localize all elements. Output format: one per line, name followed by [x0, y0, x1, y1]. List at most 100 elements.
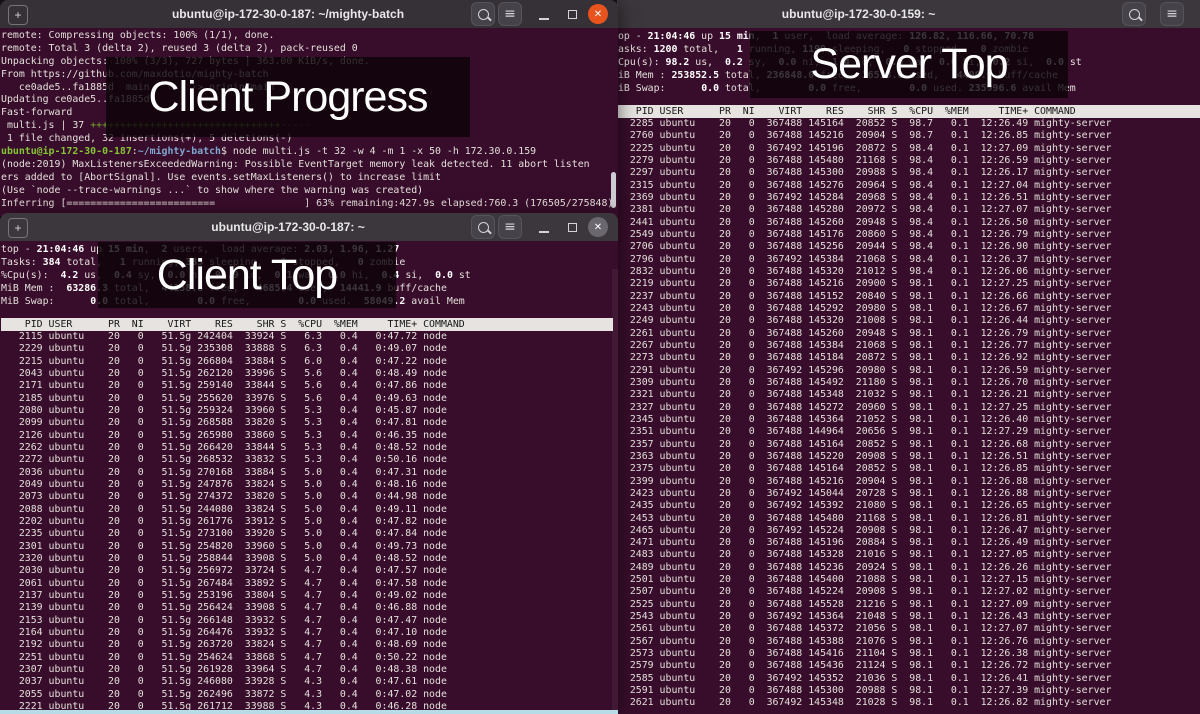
- process-row: 2115 ubuntu 20 0 51.5g 242404 33924 S 6.…: [1, 331, 618, 343]
- close-button[interactable]: ✕: [588, 4, 608, 24]
- process-row: 2525 ubuntu 20 0 367488 145528 21216 S 9…: [617, 599, 1200, 611]
- close-icon: ✕: [594, 222, 602, 233]
- process-row: 2327 ubuntu 20 0 367488 145272 20960 S 9…: [617, 402, 1200, 414]
- process-row: 2453 ubuntu 20 0 367488 145480 21168 S 9…: [617, 513, 1200, 525]
- process-row: 2489 ubuntu 20 0 367488 145236 20924 S 9…: [617, 562, 1200, 574]
- process-row: 2030 ubuntu 20 0 51.5g 256972 33724 S 4.…: [1, 565, 618, 577]
- process-row: 2561 ubuntu 20 0 367488 145372 21056 S 9…: [617, 623, 1200, 635]
- process-row: 2164 ubuntu 20 0 51.5g 264476 33932 S 4.…: [1, 627, 618, 639]
- terminal-line: (node:2019) MaxListenersExceededWarning:…: [1, 159, 618, 172]
- process-row: 2272 ubuntu 20 0 51.5g 268532 33832 S 5.…: [1, 454, 618, 466]
- maximize-icon: [568, 223, 577, 232]
- process-row: 2235 ubuntu 20 0 51.5g 273100 33920 S 5.…: [1, 528, 618, 540]
- process-row: 2251 ubuntu 20 0 51.5g 254624 33868 S 4.…: [1, 652, 618, 664]
- process-row: 2549 ubuntu 20 0 367488 145176 20860 S 9…: [617, 229, 1200, 241]
- process-row: 2375 ubuntu 20 0 367488 145164 20852 S 9…: [617, 463, 1200, 475]
- process-row: 2706 ubuntu 20 0 367488 145256 20944 S 9…: [617, 241, 1200, 253]
- window-title: ubuntu@ip-172-30-0-159: ~: [617, 7, 1100, 21]
- process-row: 2273 ubuntu 20 0 367488 145184 20872 S 9…: [617, 352, 1200, 364]
- process-row: 2309 ubuntu 20 0 367488 145492 21180 S 9…: [617, 377, 1200, 389]
- process-row: 2465 ubuntu 20 0 367492 145224 20908 S 9…: [617, 525, 1200, 537]
- annotation-client-progress: Client Progress: [106, 57, 470, 137]
- process-table-rows: 2115 ubuntu 20 0 51.5g 242404 33924 S 6.…: [1, 331, 618, 710]
- menu-button[interactable]: ≡: [498, 215, 522, 239]
- terminal-content-client-top[interactable]: top - 21:04:46 up 15 min, 2 users, load …: [0, 241, 618, 710]
- maximize-button[interactable]: [560, 2, 584, 26]
- hamburger-menu-icon: ≡: [1166, 7, 1178, 21]
- process-row: 2291 ubuntu 20 0 367492 145296 20980 S 9…: [617, 365, 1200, 377]
- process-row: 2237 ubuntu 20 0 367488 145152 20840 S 9…: [617, 291, 1200, 303]
- process-row: 2043 ubuntu 20 0 51.5g 262120 33996 S 5.…: [1, 368, 618, 380]
- process-row: 2192 ubuntu 20 0 51.5g 263720 33824 S 4.…: [1, 639, 618, 651]
- minimize-icon: [539, 231, 549, 233]
- process-row: 2139 ubuntu 20 0 51.5g 256424 33908 S 4.…: [1, 602, 618, 614]
- process-row: 2320 ubuntu 20 0 51.5g 258844 33908 S 5.…: [1, 553, 618, 565]
- search-button[interactable]: [1122, 2, 1146, 26]
- terminal-line: ers added to [AbortSignal]. Use events.s…: [1, 172, 618, 185]
- process-row: 2621 ubuntu 20 0 367492 145348 21028 S 9…: [617, 697, 1200, 709]
- close-button[interactable]: ✕: [588, 217, 608, 237]
- titlebar-client-progress[interactable]: + ubuntu@ip-172-30-0-187: ~/mighty-batch…: [0, 0, 618, 28]
- hamburger-menu-icon: ≡: [504, 7, 516, 21]
- process-row: 2573 ubuntu 20 0 367488 145416 21104 S 9…: [617, 648, 1200, 660]
- process-row: 2357 ubuntu 20 0 367488 145164 20852 S 9…: [617, 439, 1200, 451]
- titlebar-client-top[interactable]: + ubuntu@ip-172-30-0-187: ~ ≡ ✕: [0, 213, 618, 241]
- process-row: 2073 ubuntu 20 0 51.5g 274372 33820 S 5.…: [1, 491, 618, 503]
- terminal-line: ubuntu@ip-172-30-0-187:~/mighty-batch$ n…: [1, 146, 618, 159]
- process-row: 2483 ubuntu 20 0 367488 145328 21016 S 9…: [617, 549, 1200, 561]
- annotation-label: Client Top: [157, 251, 337, 300]
- process-row: 2080 ubuntu 20 0 51.5g 259324 33960 S 5.…: [1, 405, 618, 417]
- process-row: 2049 ubuntu 20 0 51.5g 247876 33824 S 5.…: [1, 479, 618, 491]
- process-row: 2585 ubuntu 20 0 367492 145352 21036 S 9…: [617, 673, 1200, 685]
- menu-button[interactable]: ≡: [498, 2, 522, 26]
- terminal-window-server-top: ubuntu@ip-172-30-0-159: ~ ≡ top - 21:04:…: [617, 0, 1200, 714]
- hamburger-menu-icon: ≡: [504, 220, 516, 234]
- search-icon: [478, 9, 489, 20]
- maximize-icon: [568, 10, 577, 19]
- process-row: 2579 ubuntu 20 0 367488 145436 21124 S 9…: [617, 660, 1200, 672]
- terminal-content-server-top[interactable]: top - 21:04:46 up 15 min, 1 user, load a…: [617, 28, 1200, 714]
- maximize-button[interactable]: [560, 215, 584, 239]
- process-row: 2591 ubuntu 20 0 367488 145300 20988 S 9…: [617, 685, 1200, 697]
- process-row: 2137 ubuntu 20 0 51.5g 253196 33804 S 4.…: [1, 590, 618, 602]
- process-row: 2171 ubuntu 20 0 51.5g 259140 33844 S 5.…: [1, 380, 618, 392]
- minimize-button[interactable]: [1194, 2, 1200, 26]
- process-row: 2501 ubuntu 20 0 367488 145400 21088 S 9…: [617, 574, 1200, 586]
- process-row: 2219 ubuntu 20 0 367488 145216 20900 S 9…: [617, 278, 1200, 290]
- process-table-header: PID USER PR NI VIRT RES SHR S %CPU %MEM …: [617, 105, 1200, 118]
- terminal-line: (Use `node --trace-warnings ...` to show…: [1, 185, 618, 198]
- search-button[interactable]: [471, 215, 495, 239]
- process-row: 2202 ubuntu 20 0 51.5g 261776 33912 S 5.…: [1, 516, 618, 528]
- process-row: 2279 ubuntu 20 0 367488 145480 21168 S 9…: [617, 155, 1200, 167]
- minimize-button[interactable]: [532, 215, 556, 239]
- process-row: 2381 ubuntu 20 0 367488 145280 20972 S 9…: [617, 204, 1200, 216]
- process-row: 2267 ubuntu 20 0 367488 145384 21068 S 9…: [617, 340, 1200, 352]
- process-row: 2262 ubuntu 20 0 51.5g 266420 33844 S 5.…: [1, 442, 618, 454]
- terminal-line: remote: Compressing objects: 100% (1/1),…: [1, 30, 618, 43]
- process-row: 2796 ubuntu 20 0 367492 145384 21068 S 9…: [617, 254, 1200, 266]
- process-row: 2307 ubuntu 20 0 51.5g 261928 33964 S 4.…: [1, 664, 618, 676]
- process-row: 2221 ubuntu 20 0 51.5g 261712 33988 S 4.…: [1, 701, 618, 710]
- process-row: 2229 ubuntu 20 0 51.5g 235308 33888 S 6.…: [1, 343, 618, 355]
- process-row: 2036 ubuntu 20 0 51.5g 270168 33884 S 5.…: [1, 467, 618, 479]
- search-icon: [1129, 9, 1140, 20]
- search-button[interactable]: [471, 2, 495, 26]
- terminal-line: Inferring [========================= ] 6…: [1, 198, 618, 211]
- process-row: 2567 ubuntu 20 0 367488 145388 21076 S 9…: [617, 636, 1200, 648]
- process-row: 2315 ubuntu 20 0 367488 145276 20964 S 9…: [617, 180, 1200, 192]
- desktop: ubuntu@ip-172-30-0-159: ~ ≡ top - 21:04:…: [0, 0, 1200, 714]
- minimize-button[interactable]: [532, 2, 556, 26]
- process-row: 2369 ubuntu 20 0 367492 145284 20968 S 9…: [617, 192, 1200, 204]
- process-row: 2832 ubuntu 20 0 367488 145320 21012 S 9…: [617, 266, 1200, 278]
- process-row: 2363 ubuntu 20 0 367488 145220 20908 S 9…: [617, 451, 1200, 463]
- process-row: 2399 ubuntu 20 0 367488 145216 20904 S 9…: [617, 476, 1200, 488]
- process-row: 2153 ubuntu 20 0 51.5g 266148 33932 S 4.…: [1, 615, 618, 627]
- menu-button[interactable]: ≡: [1160, 2, 1184, 26]
- process-row: 2543 ubuntu 20 0 367492 145364 21048 S 9…: [617, 611, 1200, 623]
- titlebar-server-top[interactable]: ubuntu@ip-172-30-0-159: ~ ≡: [617, 0, 1200, 28]
- scrollbar-track[interactable]: [612, 269, 618, 710]
- process-row: 2055 ubuntu 20 0 51.5g 262496 33872 S 4.…: [1, 689, 618, 701]
- scrollbar-handle[interactable]: [611, 172, 616, 208]
- annotation-label: Server Top: [810, 40, 1007, 89]
- annotation-server-top: Server Top: [750, 31, 1068, 98]
